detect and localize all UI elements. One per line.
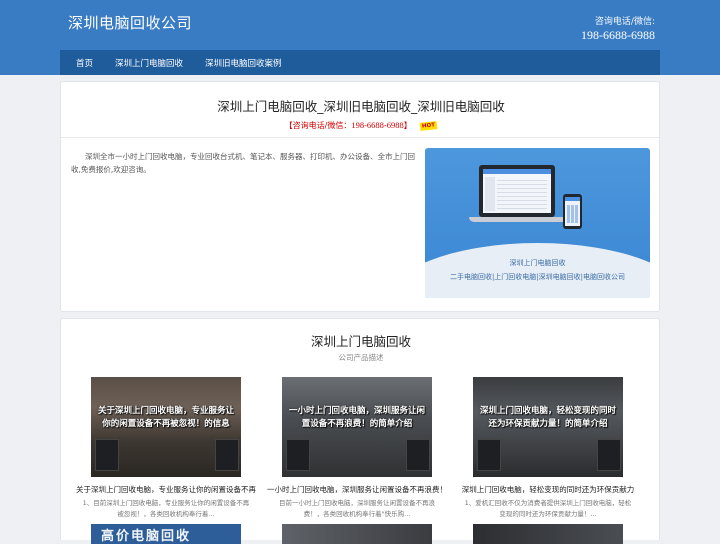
hotline-prefix: 【咨询电话/微信： xyxy=(284,121,352,130)
intro-text: 深圳全市一小时上门回收电脑，专业回收台式机、笔记本、服务器、打印机、办公设备、全… xyxy=(71,152,415,174)
phone-screen xyxy=(565,197,580,226)
product-image-caption: 一小时上门回收电脑，深圳服务让闲置设备不再浪费！的简单介绍 xyxy=(288,406,425,429)
product-title[interactable]: 关于深圳上门回收电脑，专业服务让你的闲置设备不再 xyxy=(75,484,257,495)
product-card[interactable]: 关于深圳上门回收电脑，专业服务让你的闲置设备不再被忽视！的信息 关于深圳上门回收… xyxy=(75,377,257,518)
hot-badge: HOT xyxy=(419,120,438,131)
contact-label: 咨询电话/微信: xyxy=(594,17,655,27)
product-card[interactable]: 深圳上门回收电脑，轻松变现的同时还为环保贡献力量！的简单介绍 深圳上门回收电脑，… xyxy=(457,377,639,518)
header-contact: 咨询电话/微信: 198-6688-6988 xyxy=(581,14,655,43)
product-title[interactable]: 一小时上门回收电脑，深圳服务让闲置设备不再浪费！ xyxy=(266,484,448,495)
banner-subtitle: 二手电脑回收|上门回收电脑|深圳电脑回收|电脑回收公司 xyxy=(449,273,626,281)
product-desc: 1、目前深圳上门回收电脑，专业服务让你的闲置设备不再被忽视！，各类回收机构奉行着… xyxy=(82,499,250,518)
site-brand[interactable]: 深圳电脑回收公司 xyxy=(68,12,192,33)
peek-caption: 高价电脑回收 xyxy=(101,529,192,544)
contact-phone[interactable]: 198-6688-6988 xyxy=(581,28,655,43)
main-nav: 首页 深圳上门电脑回收 深圳旧电脑回收案例 xyxy=(60,50,660,75)
section-title: 深圳上门电脑回收 xyxy=(310,334,411,349)
product-image[interactable] xyxy=(282,524,432,544)
product-image-caption: 关于深圳上门回收电脑，专业服务让你的闲置设备不再被忽视！的信息 xyxy=(97,406,234,429)
nav-item-home[interactable]: 首页 xyxy=(76,57,93,69)
product-image[interactable]: 高价电脑回收 xyxy=(91,524,241,544)
products-section: 深圳上门电脑回收 公司产品描述 关于深圳上门回收电脑，专业服务让你的闲置设备不再… xyxy=(60,318,660,544)
hero-banner[interactable]: 深圳上门电脑回收 二手电脑回收|上门回收电脑|深圳电脑回收|电脑回收公司 xyxy=(425,148,650,298)
divider xyxy=(61,137,659,138)
banner-arc xyxy=(425,243,650,298)
product-image[interactable]: 关于深圳上门回收电脑，专业服务让你的闲置设备不再被忽视！的信息 xyxy=(91,377,241,477)
page-title: 深圳上门电脑回收_深圳旧电脑回收_深圳旧电脑回收 xyxy=(217,99,505,114)
laptop-screen xyxy=(483,169,551,213)
product-image[interactable] xyxy=(473,524,623,544)
nav-item-cases[interactable]: 深圳旧电脑回收案例 xyxy=(205,57,282,69)
hotline-number[interactable]: 198-6688-6988 xyxy=(351,120,403,130)
product-desc: 1、爱机汇回收不仅为消费者提供深圳上门回收电脑，轻松变现的同时还为环保贡献力量！… xyxy=(464,499,632,518)
hero-card: 深圳上门电脑回收_深圳旧电脑回收_深圳旧电脑回收 【咨询电话/微信：198-66… xyxy=(60,81,660,312)
hotline: 【咨询电话/微信：198-6688-6988】 HOT xyxy=(61,120,661,131)
product-image-caption: 深圳上门回收电脑，轻松变现的同时还为环保贡献力量！的简单介绍 xyxy=(479,406,616,429)
product-image[interactable]: 一小时上门回收电脑，深圳服务让闲置设备不再浪费！的简单介绍 xyxy=(282,377,432,477)
hotline-suffix: 】 xyxy=(403,121,412,130)
nav-item-onsite-recycling[interactable]: 深圳上门电脑回收 xyxy=(115,57,183,69)
product-card[interactable]: 一小时上门回收电脑，深圳服务让闲置设备不再浪费！的简单介绍 一小时上门回收电脑，… xyxy=(266,377,448,518)
product-desc: 目前一小时上门回收电脑，深圳服务让闲置设备不再浪费！，各类回收机构奉行着"快乐购… xyxy=(279,499,435,518)
product-image[interactable]: 深圳上门回收电脑，轻松变现的同时还为环保贡献力量！的简单介绍 xyxy=(473,377,623,477)
product-title[interactable]: 深圳上门回收电脑，轻松变现的同时还为环保贡献力 xyxy=(457,484,639,495)
banner-title: 深圳上门电脑回收 xyxy=(509,259,566,267)
laptop-base xyxy=(469,217,567,222)
section-subtitle: 公司产品描述 xyxy=(338,353,384,362)
